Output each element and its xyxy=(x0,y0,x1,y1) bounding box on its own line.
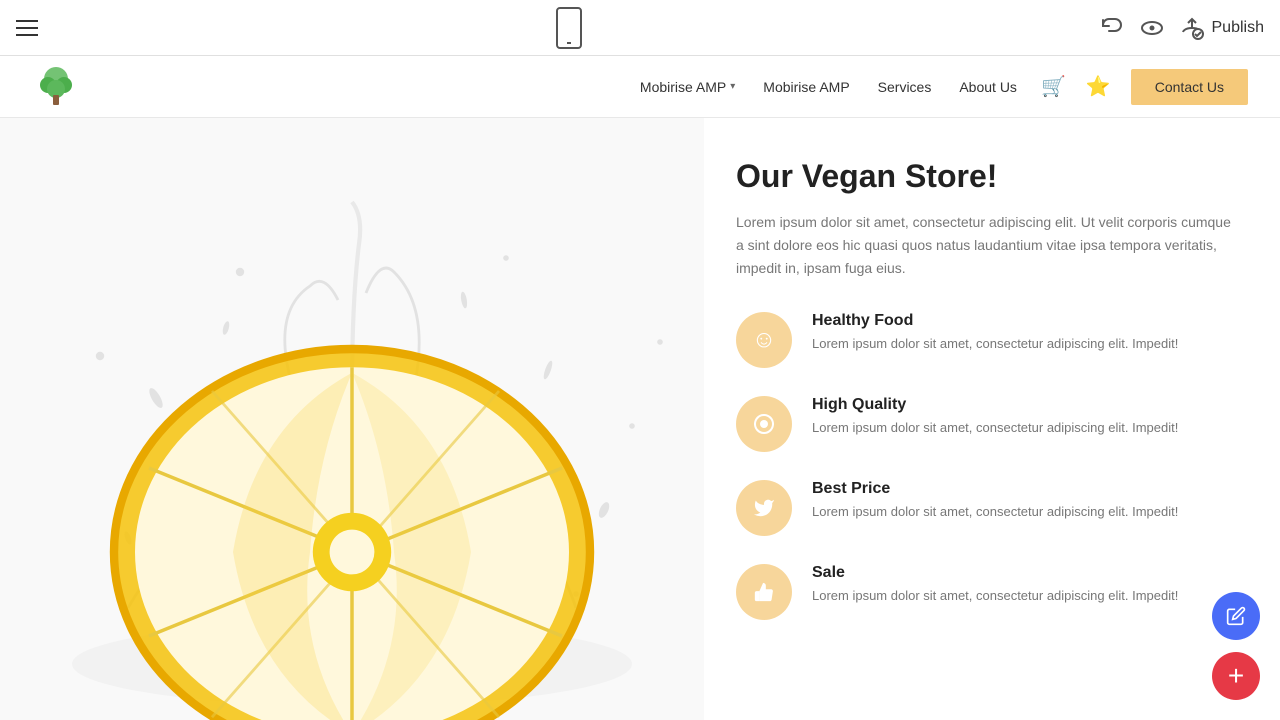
phone-preview-icon[interactable] xyxy=(551,0,587,56)
main-content: Our Vegan Store! Lorem ipsum dolor sit a… xyxy=(0,118,1280,720)
toolbar-center xyxy=(551,0,587,56)
feature-text-sale: Sale Lorem ipsum dolor sit amet, consect… xyxy=(812,564,1232,606)
nav-item-label: Mobirise AMP xyxy=(640,79,726,95)
high-quality-icon xyxy=(736,396,792,452)
feature-item-sale: Sale Lorem ipsum dolor sit amet, consect… xyxy=(736,564,1232,620)
undo-button[interactable] xyxy=(1100,16,1124,40)
feature-desc: Lorem ipsum dolor sit amet, consectetur … xyxy=(812,418,1232,438)
content-left xyxy=(0,118,704,720)
feature-item-best-price: Best Price Lorem ipsum dolor sit amet, c… xyxy=(736,480,1232,536)
lemon-image xyxy=(0,118,704,720)
toolbar-left xyxy=(16,20,38,36)
toolbar-right: Publish xyxy=(1100,16,1264,40)
nav-item-mobirise-amp-1[interactable]: Mobirise AMP ▾ xyxy=(640,79,735,95)
feature-text-high-quality: High Quality Lorem ipsum dolor sit amet,… xyxy=(812,396,1232,438)
navbar-logo xyxy=(32,63,80,111)
hamburger-icon[interactable] xyxy=(16,20,38,36)
contact-label: Contact Us xyxy=(1155,79,1224,95)
nav-item-about-us[interactable]: About Us xyxy=(959,79,1017,95)
feature-item-high-quality: High Quality Lorem ipsum dolor sit amet,… xyxy=(736,396,1232,452)
store-title: Our Vegan Store! xyxy=(736,158,1232,195)
nav-item-label: About Us xyxy=(959,79,1017,95)
feature-title: Healthy Food xyxy=(812,312,1232,330)
feature-title: Best Price xyxy=(812,480,1232,498)
edit-fab-button[interactable] xyxy=(1212,592,1260,640)
publish-label: Publish xyxy=(1212,19,1264,37)
nav-item-label: Mobirise AMP xyxy=(763,79,849,95)
content-right: Our Vegan Store! Lorem ipsum dolor sit a… xyxy=(704,118,1280,720)
feature-desc: Lorem ipsum dolor sit amet, consectetur … xyxy=(812,586,1232,606)
feature-title: Sale xyxy=(812,564,1232,582)
nav-item-mobirise-amp-2[interactable]: Mobirise AMP xyxy=(763,79,849,95)
feature-desc: Lorem ipsum dolor sit amet, consectetur … xyxy=(812,334,1232,354)
healthy-food-icon: ☺ xyxy=(736,312,792,368)
store-description: Lorem ipsum dolor sit amet, consectetur … xyxy=(736,211,1232,280)
chevron-down-icon: ▾ xyxy=(730,81,735,92)
feature-text-healthy-food: Healthy Food Lorem ipsum dolor sit amet,… xyxy=(812,312,1232,354)
feature-desc: Lorem ipsum dolor sit amet, consectetur … xyxy=(812,502,1232,522)
feature-item-healthy-food: ☺ Healthy Food Lorem ipsum dolor sit ame… xyxy=(736,312,1232,368)
feature-title: High Quality xyxy=(812,396,1232,414)
nav-item-services[interactable]: Services xyxy=(878,79,932,95)
publish-button[interactable]: Publish xyxy=(1180,16,1264,40)
nav-links: Mobirise AMP ▾ Mobirise AMP Services Abo… xyxy=(640,79,1017,95)
plus-icon: + xyxy=(1228,662,1244,690)
feature-list: ☺ Healthy Food Lorem ipsum dolor sit ame… xyxy=(736,312,1232,620)
navbar: Mobirise AMP ▾ Mobirise AMP Services Abo… xyxy=(0,56,1280,118)
feature-text-best-price: Best Price Lorem ipsum dolor sit amet, c… xyxy=(812,480,1232,522)
nav-icons: 🛒 ⭐ xyxy=(1041,74,1111,99)
contact-button[interactable]: Contact Us xyxy=(1131,69,1248,105)
nav-item-label: Services xyxy=(878,79,932,95)
cart-button[interactable]: 🛒 xyxy=(1041,74,1066,99)
logo-icon xyxy=(32,63,80,111)
preview-button[interactable] xyxy=(1140,16,1164,40)
sale-icon xyxy=(736,564,792,620)
toolbar: Publish xyxy=(0,0,1280,56)
best-price-icon xyxy=(736,480,792,536)
favorites-button[interactable]: ⭐ xyxy=(1086,74,1111,99)
add-fab-button[interactable]: + xyxy=(1212,652,1260,700)
